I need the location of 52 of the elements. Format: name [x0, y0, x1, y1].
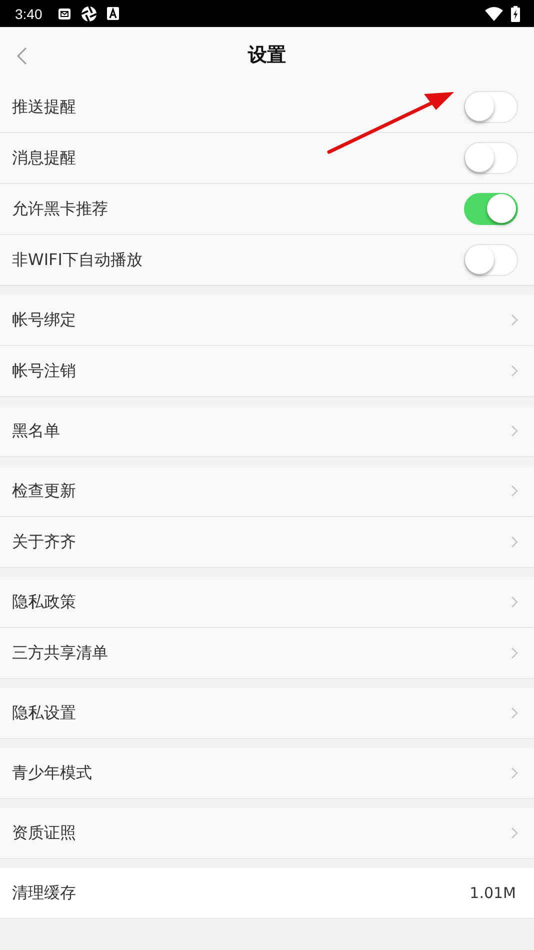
- row-label: 消息提醒: [12, 148, 77, 168]
- aperture-icon: [81, 6, 98, 22]
- toggle-switch[interactable]: [464, 91, 518, 123]
- chevron-right-icon: [511, 314, 518, 326]
- settings-row[interactable]: 隐私政策: [0, 577, 534, 628]
- row-label: 资质证照: [12, 822, 77, 844]
- settings-row[interactable]: 消息提醒: [0, 133, 534, 184]
- chevron-right-icon: [511, 365, 518, 377]
- settings-row[interactable]: 帐号注销: [0, 346, 534, 397]
- letter-a-icon: [107, 7, 120, 20]
- chevron-right-icon: [511, 425, 518, 437]
- row-label: 青少年模式: [12, 762, 93, 784]
- row-label: 隐私政策: [12, 592, 77, 612]
- cache-size: 1.01M: [470, 884, 516, 902]
- chevron-right-icon: [511, 536, 518, 548]
- chevron-right-icon: [511, 596, 518, 608]
- row-label: 帐号绑定: [12, 310, 77, 330]
- settings-row[interactable]: 青少年模式: [0, 748, 534, 799]
- back-icon: [17, 47, 27, 65]
- settings-row[interactable]: 资质证照: [0, 808, 534, 859]
- settings-row[interactable]: 检查更新: [0, 466, 534, 517]
- row-label: 隐私设置: [12, 702, 77, 724]
- chevron-right-icon: [511, 707, 518, 719]
- settings-row[interactable]: 允许黑卡推荐: [0, 184, 534, 235]
- row-label: 帐号注销: [12, 360, 77, 382]
- battery-icon: [511, 6, 520, 22]
- chevron-right-icon: [511, 767, 518, 779]
- toggle-switch[interactable]: [464, 142, 518, 174]
- row-label: 推送提醒: [12, 96, 77, 118]
- row-label: 检查更新: [12, 480, 77, 502]
- toggle-switch[interactable]: [464, 244, 518, 276]
- chevron-right-icon: [511, 485, 518, 497]
- mail-icon: [58, 8, 72, 20]
- status-time: 3:40: [15, 6, 42, 22]
- wifi-icon: [485, 6, 503, 20]
- row-label: 三方共享清单: [12, 642, 109, 664]
- row-label: 关于齐齐: [12, 532, 77, 552]
- settings-row[interactable]: 非WIFI下自动播放: [0, 235, 534, 286]
- page-title: 设置: [248, 42, 286, 68]
- chevron-right-icon: [511, 827, 518, 839]
- settings-row[interactable]: 三方共享清单: [0, 628, 534, 679]
- chevron-right-icon: [511, 647, 518, 659]
- row-label: 允许黑卡推荐: [12, 198, 109, 220]
- toggle-switch[interactable]: [464, 193, 518, 225]
- settings-row[interactable]: 推送提醒: [0, 82, 534, 133]
- settings-row[interactable]: 黑名单: [0, 406, 534, 457]
- row-label: 清理缓存: [12, 882, 77, 904]
- settings-row[interactable]: 帐号绑定: [0, 295, 534, 346]
- settings-row[interactable]: 关于齐齐: [0, 517, 534, 568]
- row-label: 非WIFI下自动播放: [12, 250, 144, 270]
- row-label: 黑名单: [12, 420, 61, 442]
- settings-row[interactable]: 隐私设置: [0, 688, 534, 739]
